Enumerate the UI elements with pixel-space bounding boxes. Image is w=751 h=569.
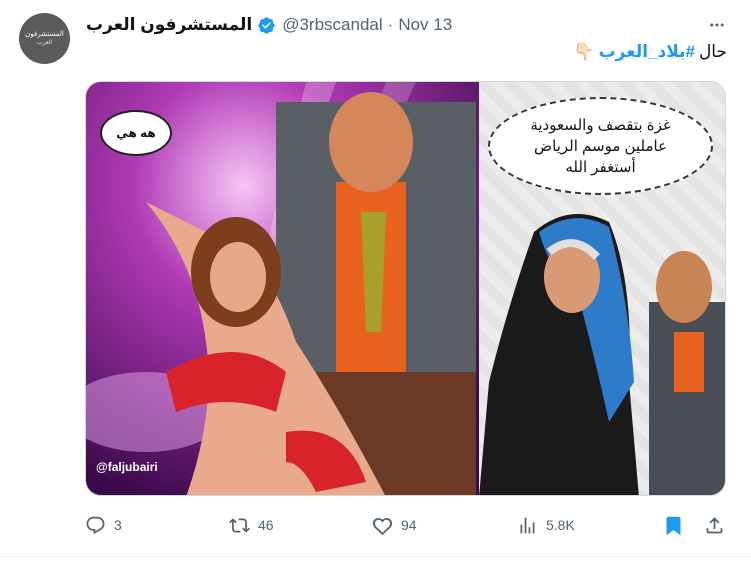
reply-count: 3 [114,517,122,533]
avatar-text-2: العرب [36,39,53,46]
author-handle[interactable]: @3rbscandal [282,15,382,35]
tweet-bottom-border [0,556,751,557]
like-count: 94 [401,517,417,533]
retweet-icon [229,517,250,533]
views-button[interactable]: 5.8K [517,510,575,540]
avatar-text-1: المستشرفون [25,30,64,38]
bookmark-button[interactable] [663,510,684,540]
like-button[interactable]: 94 [372,510,417,540]
tweet-media[interactable]: هه هي @faljubairi غزة بتقصف والسعودية عا… [85,81,726,496]
bookmark-icon [666,516,681,535]
reply-icon [86,516,105,534]
avatar[interactable]: المستشرفون العرب [19,13,70,64]
pointing-down-emoji: 👇🏻 [573,42,595,61]
tweet-actions: 3 46 94 5.8K [85,510,726,540]
retweet-button[interactable]: 46 [229,510,274,540]
heart-icon [372,517,393,535]
speech-bubble-right-line-2: عاملين موسم الرياض [533,137,668,155]
cartoon-panel-left: هه هي @faljubairi [86,82,479,495]
more-options-icon[interactable] [705,13,729,37]
views-count: 5.8K [546,517,575,533]
reply-button[interactable]: 3 [85,510,122,540]
display-name[interactable]: المستشرفون العرب [86,15,252,35]
artist-watermark: @faljubairi [96,460,158,474]
cartoon-panel-right: غزة بتقصف والسعودية عاملين موسم الرياض أ… [479,82,725,495]
speech-bubble-left: هه هي [100,110,172,156]
retweet-count: 46 [258,517,274,533]
separator-dot: · [387,15,394,34]
tweet[interactable]: المستشرفون العرب المستشرفون العرب @3rbsc… [0,0,751,569]
tweet-date[interactable]: Nov 13 [398,15,452,35]
tweet-text-prefix: حال [698,42,727,61]
share-icon [706,516,723,533]
speech-bubble-right-line-3: أستغفر الله [565,158,636,176]
hashtag-link[interactable]: #بلاد_العرب [599,42,695,62]
speech-bubble-right: غزة بتقصف والسعودية عاملين موسم الرياض أ… [488,97,713,195]
verified-badge-icon[interactable] [257,16,276,35]
share-button[interactable] [704,510,725,540]
tweet-header: المستشرفون العرب @3rbscandal · Nov 13 [86,13,452,37]
speech-bubble-right-line-1: غزة بتقصف والسعودية [530,116,671,134]
tweet-text: حال #بلاد_العرب 👇🏻 [573,42,727,62]
views-chart-icon [520,517,535,533]
